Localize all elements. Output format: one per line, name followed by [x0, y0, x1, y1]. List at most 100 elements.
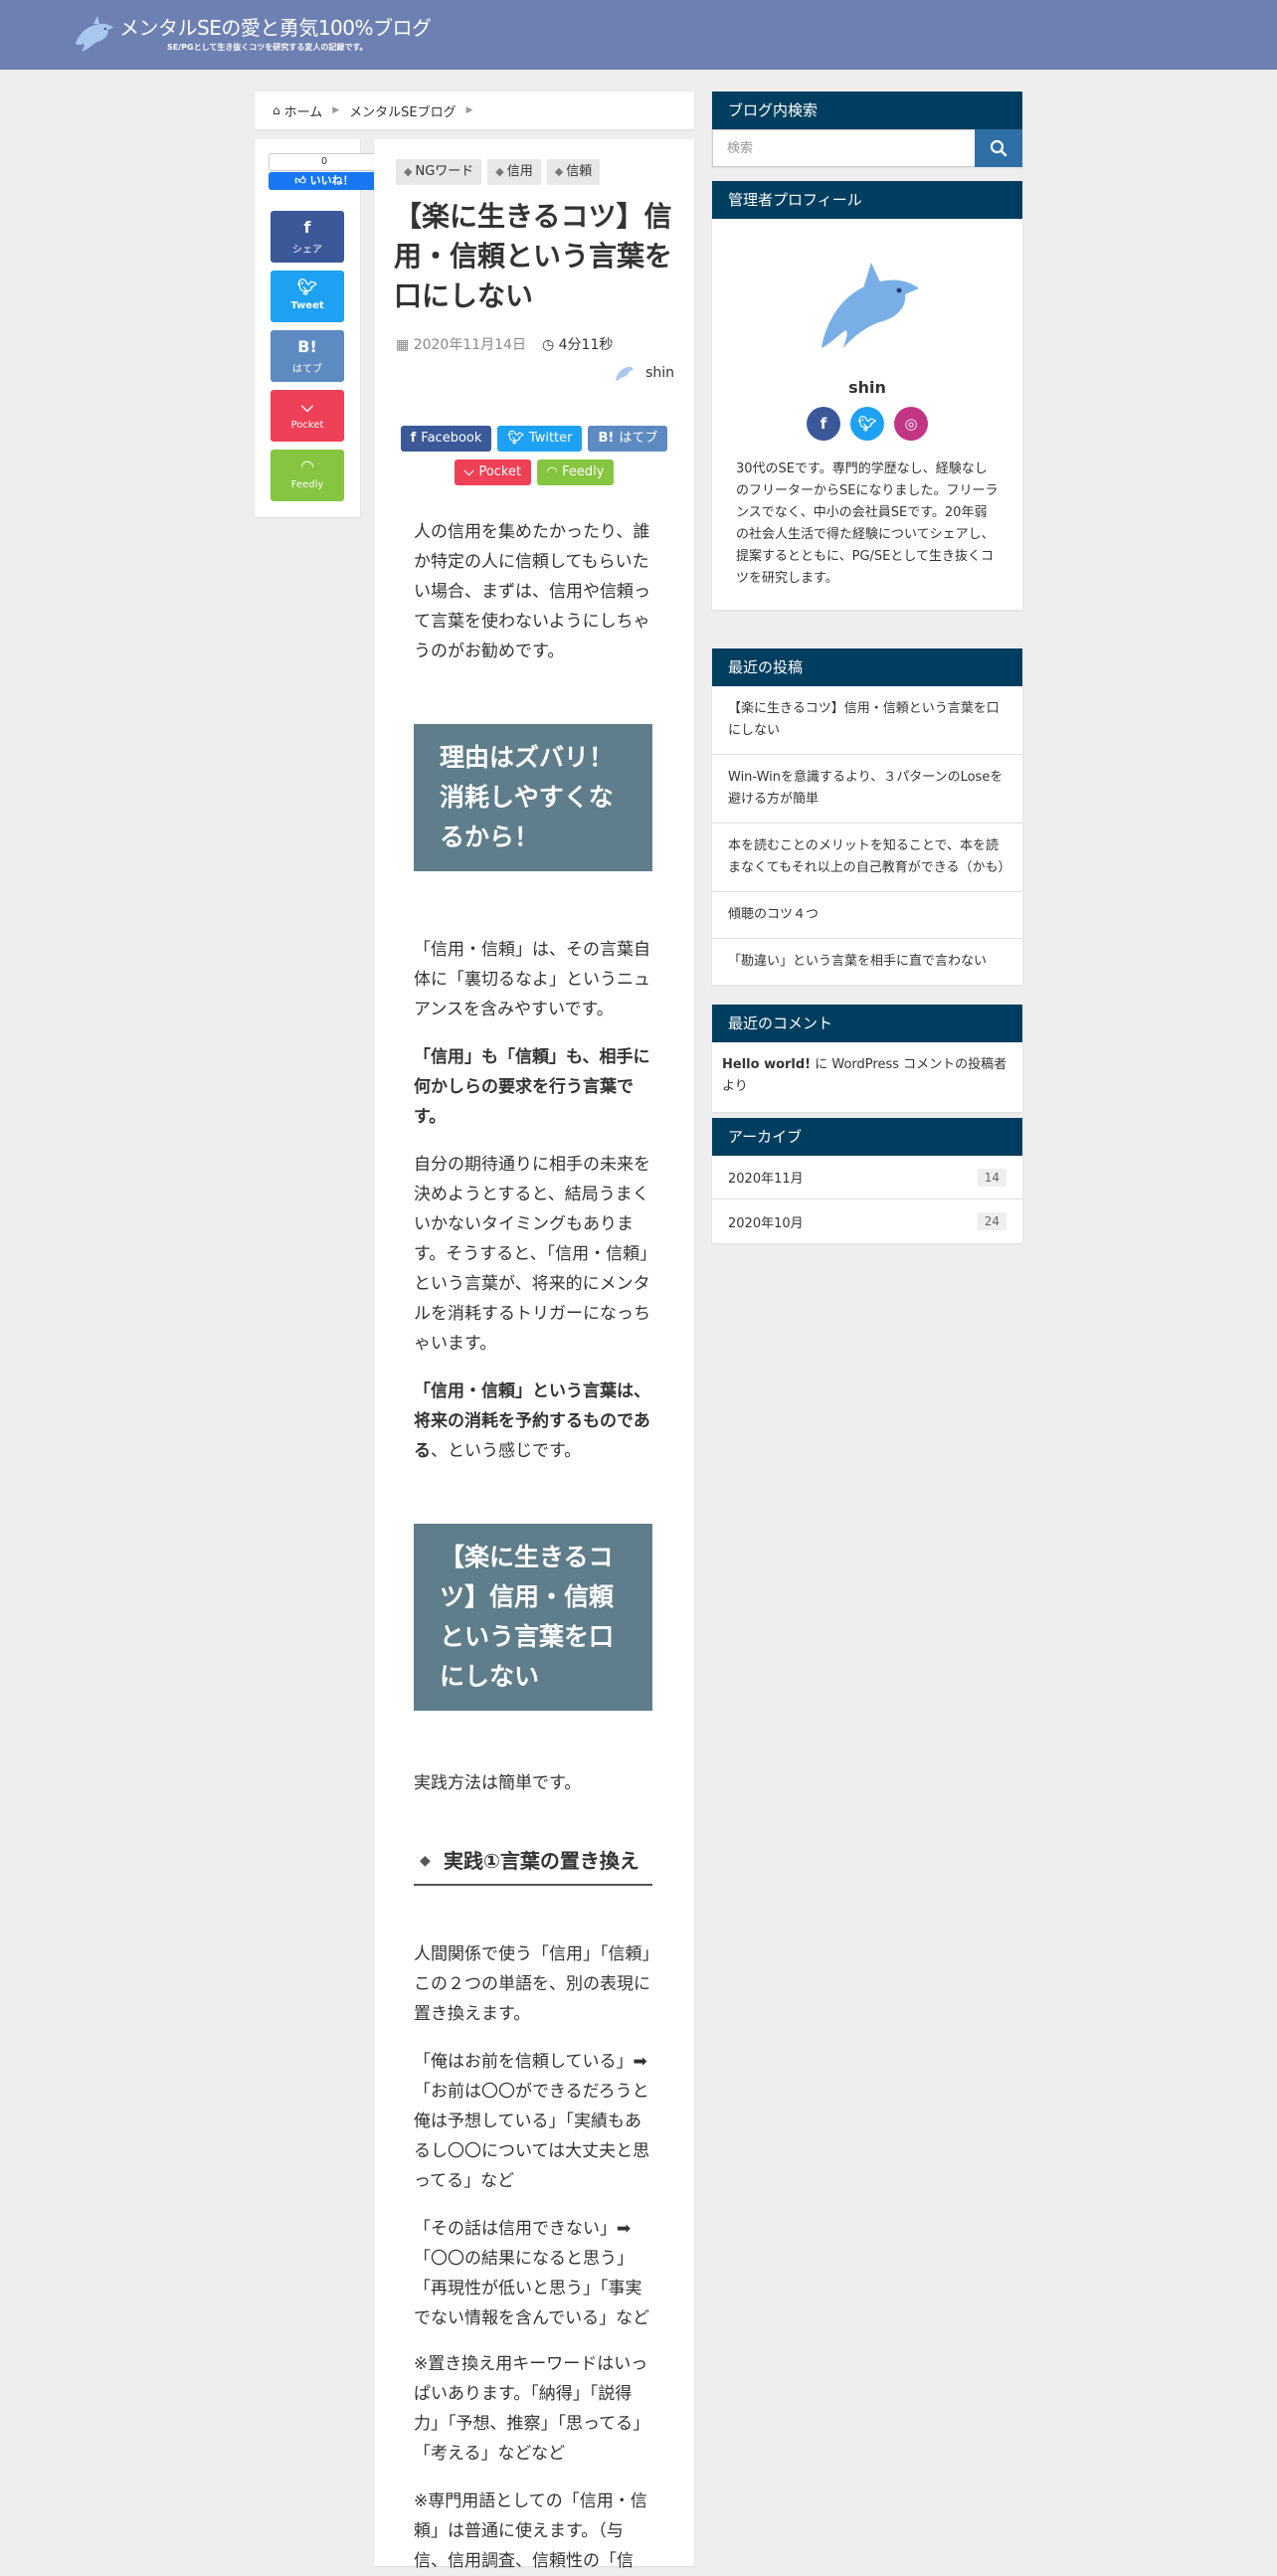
author[interactable]: shin [612, 362, 674, 384]
facebook-icon: f [303, 218, 311, 237]
pocket-share-button[interactable]: ⌵ Pocket [454, 460, 532, 485]
rail-facebook-share-button[interactable]: f シェア [271, 211, 344, 263]
post-date: ▦ 2020年11月14日 [396, 334, 526, 354]
profile-avatar [821, 263, 919, 348]
recent-comments-widget: 最近のコメント Hello world! に WordPress コメントの投稿… [712, 1005, 1022, 1112]
rail-pocket-button[interactable]: ⌵ Pocket [271, 390, 344, 442]
rail-hatena-button[interactable]: B! はてブ [271, 330, 344, 382]
hatena-icon: B! [297, 337, 317, 356]
feedly-share-label: Feedly [562, 464, 605, 479]
comment-tail: より [722, 1079, 748, 1094]
rail-tweet-button[interactable]: 🐦︎ Tweet [271, 271, 344, 322]
facebook-icon: f [410, 431, 417, 446]
hatena-icon: B! [598, 431, 615, 446]
instagram-icon: ◎ [904, 415, 918, 433]
twitter-icon: 🐦︎ [507, 431, 524, 446]
recent-post-link[interactable]: 本を読むことのメリットを知ることで、本を読まなくてもそれ以上の自己教育ができる（… [712, 824, 1022, 892]
thumbs-up-icon: 👍︎ [294, 174, 310, 187]
facebook-profile-link[interactable]: f [807, 407, 840, 441]
pocket-share-label: Pocket [478, 464, 522, 479]
pocket-icon: ⌵ [463, 464, 474, 479]
paragraph-2-bold: 「信用」も「信頼」も、相手に何かしらの要求を行う言葉です。 [414, 1047, 650, 1127]
heading-reason: 理由はズバリ！消耗しやすくなるから！ [414, 724, 652, 871]
tag-item[interactable]: ◆ 信用 [487, 159, 541, 185]
breadcrumb-category[interactable]: メンタルSEブログ [349, 101, 456, 120]
comment-author-link[interactable]: WordPress コメントの投稿者 [831, 1057, 1006, 1072]
site-logo[interactable]: メンタルSEの愛と勇気100%ブログ SE/PGとして生き抜くコツを研究する変人… [72, 14, 432, 54]
tag-label: NGワード [415, 164, 474, 179]
archive-item[interactable]: 2020年10月 24 [712, 1199, 1022, 1243]
recent-post-link[interactable]: 【楽に生きるコツ】信用・信頼という言葉を口にしない [712, 686, 1022, 755]
facebook-like-widget: 0 👍︎ いいね！ [269, 153, 380, 193]
tag-label: 信頼 [566, 164, 593, 179]
archive-title: アーカイブ [712, 1118, 1022, 1156]
search-button[interactable] [975, 129, 1022, 167]
post-date-text: 2020年11月14日 [413, 337, 526, 353]
facebook-share-button[interactable]: f Facebook [400, 426, 492, 452]
author-name: shin [645, 365, 674, 381]
paragraph-intro: 人の信用を集めたかったり、誰か特定の人に信頼してもらいたい場合、まずは、信用や信… [414, 522, 650, 661]
share-buttons-row-1: f Facebook 🐦︎ Twitter B! はてブ [374, 426, 694, 452]
tag-icon: ◆ [404, 165, 413, 178]
tag-item[interactable]: ◆ NGワード [396, 159, 482, 185]
search-input[interactable] [712, 129, 975, 167]
profile-widget: 管理者プロフィール shin f 🐦︎ ◎ 30代のSEです。専門的学歴なし、経… [712, 181, 1022, 610]
read-time: ◷ 4分11秒 [542, 334, 613, 354]
twitter-profile-link[interactable]: 🐦︎ [850, 407, 884, 441]
rail-hatena-label: はてブ [292, 364, 322, 375]
site-header: メンタルSEの愛と勇気100%ブログ SE/PGとして生き抜くコツを研究する変人… [0, 0, 1277, 70]
site-subtitle: SE/PGとして生き抜くコツを研究する変人の記録です。 [167, 42, 368, 52]
rss-icon: ◠ [300, 457, 314, 475]
paragraph-6: 人間関係で使う「信用」「信頼」この２つの単語を、別の表現に置き換えます。 [414, 1944, 650, 2024]
archive-count: 24 [977, 1212, 1006, 1230]
archive-count: 14 [977, 1168, 1006, 1187]
recent-comment: Hello world! に WordPress コメントの投稿者 より [712, 1042, 1022, 1112]
paragraph-10: ※専門用語としての「信用・信頼」は普通に使えます。（与信、信用調査、信頼性の「信 [414, 2491, 647, 2571]
breadcrumb-home[interactable]: ⌂ ホーム [273, 101, 322, 120]
paragraph-5: 実践方法は簡単です。 [414, 1773, 582, 1793]
breadcrumb-home-label: ホーム [283, 104, 323, 120]
recent-post-link[interactable]: 傾聴のコツ４つ [712, 892, 1022, 939]
archive-item[interactable]: 2020年11月 14 [712, 1156, 1022, 1199]
share-buttons-row-2: ⌵ Pocket ◠ Feedly [374, 460, 694, 485]
rail-feedly-button[interactable]: ◠ Feedly [271, 450, 344, 501]
hatena-share-button[interactable]: B! はてブ [588, 426, 668, 452]
heading-practice-1: ◆ 実践①言葉の置き換え [414, 1842, 652, 1886]
breadcrumb-category-label: メンタルSEブログ [349, 104, 456, 120]
twitter-share-button[interactable]: 🐦︎ Twitter [497, 426, 583, 452]
rail-tweet-label: Tweet [290, 300, 324, 311]
tag-item[interactable]: ◆ 信頼 [546, 159, 601, 185]
site-title: メンタルSEの愛と勇気100%ブログ [119, 15, 432, 40]
tag-icon: ◆ [495, 165, 504, 178]
tag-icon: ◆ [554, 165, 564, 178]
recent-comments-title: 最近のコメント [712, 1005, 1022, 1042]
like-button[interactable]: 👍︎ いいね！ [269, 172, 380, 190]
like-label: いいね！ [309, 174, 354, 187]
recent-post-link[interactable]: 「勘違い」という言葉を相手に直で言わない [712, 939, 1022, 985]
rss-icon: ◠ [547, 464, 558, 479]
like-count: 0 [269, 153, 380, 171]
heading-how-to: 【楽に生きるコツ】信用・信頼という言葉を口にしない [414, 1524, 652, 1711]
profile-description: 30代のSEです。専門的学歴なし、経験なしのフリーターからSEになりました。フリ… [736, 461, 999, 586]
paragraph-9: ※置き換え用キーワードはいっぱいあります。「納得」「説得力」「予想、推察」「思っ… [414, 2354, 650, 2464]
chevron-right-icon: ▶ [465, 105, 473, 115]
rail-feedly-label: Feedly [290, 479, 324, 490]
heading-practice-1-text: 実践①言葉の置き換え [444, 1849, 639, 1873]
clock-icon: ◷ [541, 337, 559, 353]
pocket-icon: ⌵ [300, 397, 314, 416]
diamond-icon: ◆ [420, 1853, 431, 1869]
twitter-icon: 🐦︎ [857, 415, 877, 433]
comment-post-link[interactable]: Hello world! [722, 1057, 811, 1072]
article-meta: ▦ 2020年11月14日 ◷ 4分11秒 [396, 334, 613, 354]
calendar-icon: ▦ [396, 337, 414, 353]
paragraph-1: 「信用・信頼」は、その言葉自体に「裏切るなよ」というニュアンスを含みやすいです。 [414, 940, 650, 1019]
read-time-text: 4分11秒 [558, 337, 614, 353]
instagram-profile-link[interactable]: ◎ [894, 407, 928, 441]
archive-widget: アーカイブ 2020年11月 14 2020年10月 24 [712, 1118, 1022, 1243]
twitter-icon: 🐦︎ [296, 277, 318, 296]
recent-post-link[interactable]: Win-Winを意識するより、３パターンのLoseを避ける方が簡単 [712, 755, 1022, 824]
feedly-share-button[interactable]: ◠ Feedly [537, 460, 615, 485]
profile-widget-title: 管理者プロフィール [712, 181, 1022, 219]
paragraph-4: 「信用・信頼」という言葉は、将来の消耗を予約するものである、という感じです。 [414, 1377, 652, 1466]
tag-label: 信用 [506, 164, 533, 179]
